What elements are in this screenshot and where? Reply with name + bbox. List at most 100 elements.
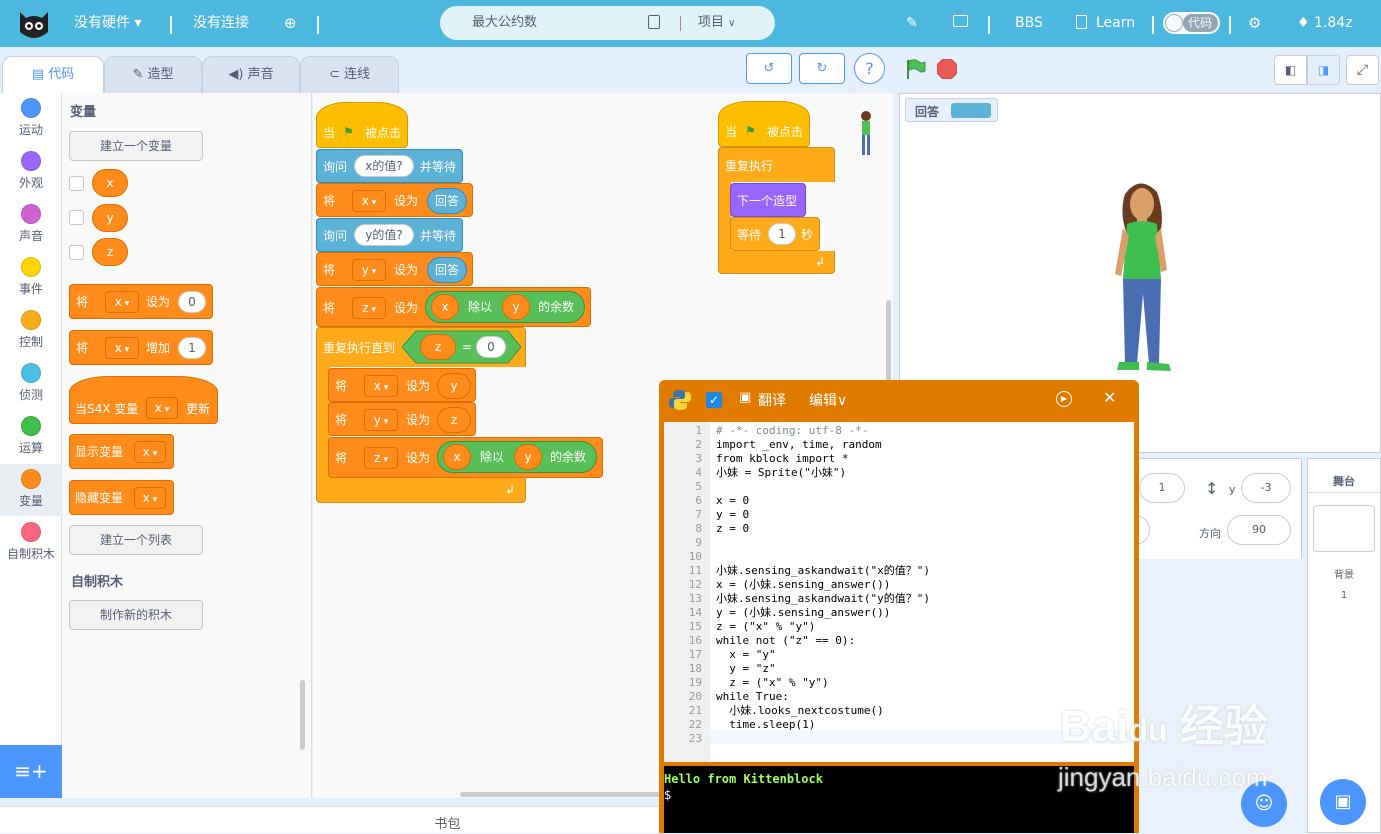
variable-reporter-z[interactable]: z <box>420 334 456 360</box>
small-stage-button[interactable]: ◧ <box>1274 55 1307 85</box>
globe-icon[interactable]: ⊕ <box>284 0 297 47</box>
wait-block[interactable]: 等待 1 秒 <box>730 217 820 251</box>
variable-dropdown[interactable]: x <box>352 190 386 212</box>
variable-dropdown[interactable]: z <box>352 297 386 319</box>
stage-selector[interactable]: 舞台 背景 1 <box>1307 458 1381 833</box>
kittenblock-logo[interactable] <box>15 4 53 42</box>
set-z-mod-block[interactable]: 将 z 设为 x 除以 y 的余数 <box>328 437 603 478</box>
question-input[interactable]: y的值? <box>354 224 414 246</box>
pencil-icon[interactable]: ✎ <box>906 0 918 47</box>
question-input[interactable]: x的值? <box>354 155 414 177</box>
variable-dropdown[interactable]: x <box>105 337 139 359</box>
variable-reporter-z[interactable]: z <box>437 407 471 433</box>
forever-block[interactable]: 重复执行 <box>718 147 835 182</box>
ask-and-wait-block[interactable]: 询问 y的值? 并等待 <box>316 218 463 252</box>
variable-reporter-y[interactable]: y <box>514 444 542 470</box>
stop-icon[interactable] <box>936 58 958 80</box>
y-input[interactable]: -3 <box>1241 473 1291 503</box>
fullscreen-button[interactable]: ⤢ <box>1346 55 1379 85</box>
answer-reporter[interactable]: 回答 <box>427 257 467 283</box>
category-motion[interactable]: 运动 <box>0 93 62 145</box>
run-icon[interactable]: ▶ <box>1056 391 1072 407</box>
value-input[interactable]: 0 <box>476 336 506 358</box>
variable-dropdown[interactable]: x <box>105 291 139 313</box>
variable-checkbox[interactable] <box>69 245 84 260</box>
variable-checkbox[interactable] <box>69 176 84 191</box>
mod-operator[interactable]: x 除以 y 的余数 <box>437 441 597 473</box>
when-variable-updated-block[interactable]: 当S4X 变量 x 更新 <box>69 376 218 424</box>
x-input[interactable]: 1 <box>1139 473 1185 503</box>
show-variable-block[interactable]: 显示变量 x <box>69 434 174 469</box>
help-button[interactable]: ? <box>854 53 885 84</box>
variable-reporter-y[interactable]: y <box>502 294 530 320</box>
set-x-to-y-block[interactable]: 将 x 设为 y <box>328 368 476 402</box>
close-icon[interactable]: ✕ <box>1103 388 1116 407</box>
save-icon[interactable] <box>648 15 660 29</box>
value-input[interactable]: 1 <box>178 337 206 359</box>
variable-dropdown[interactable]: z <box>364 447 398 469</box>
gear-icon[interactable]: ⚙ <box>1248 0 1261 47</box>
translate-button[interactable]: 翻译 <box>758 390 786 410</box>
answer-reporter[interactable]: 回答 <box>427 188 467 214</box>
set-z-mod-block[interactable]: 将 z 设为 x 除以 y 的余数 <box>316 287 591 327</box>
next-costume-block[interactable]: 下一个造型 <box>730 183 806 217</box>
variable-dropdown[interactable]: y <box>352 259 386 281</box>
camera-icon[interactable] <box>953 15 968 27</box>
set-y-to-z-block[interactable]: 将 y 设为 z <box>328 402 476 436</box>
category-operators[interactable]: 运算 <box>0 411 62 463</box>
edit-menu[interactable]: 编辑∨ <box>809 390 847 410</box>
sync-checkbox[interactable]: ✓ <box>706 392 722 408</box>
connection-menu[interactable]: 没有连接 <box>193 0 249 47</box>
variable-dropdown[interactable]: x <box>134 441 166 463</box>
when-flag-clicked-block[interactable]: 当 ⚑ 被点击 <box>718 101 810 147</box>
category-sound[interactable]: 声音 <box>0 199 62 251</box>
bbs-link[interactable]: BBS <box>1015 0 1043 47</box>
make-block-button[interactable]: 制作新的积木 <box>69 600 203 630</box>
tab-wiring[interactable]: ⊂ 连线 <box>300 56 399 93</box>
sprite-girl[interactable] <box>1105 174 1185 374</box>
project-title-input[interactable]: 最大公约数 <box>472 6 537 40</box>
learn-link[interactable]: Learn <box>1096 0 1135 47</box>
set-x-block[interactable]: 将 x 设为 回答 <box>316 183 473 217</box>
variable-reporter-y[interactable]: y <box>92 204 128 232</box>
project-menu[interactable]: 项目 ∨ <box>698 6 735 40</box>
version-label[interactable]: ♦ 1.84z <box>1297 0 1353 47</box>
variable-dropdown[interactable]: y <box>364 409 398 431</box>
hide-variable-block[interactable]: 隐藏变量 x <box>69 480 174 515</box>
variable-reporter-x[interactable]: x <box>431 294 459 320</box>
ask-and-wait-block[interactable]: 询问 x的值? 并等待 <box>316 149 463 183</box>
hardware-menu[interactable]: 没有硬件 ▾ <box>74 0 141 47</box>
value-input[interactable]: 0 <box>178 291 206 313</box>
workspace-hscrollbar[interactable] <box>460 792 660 797</box>
add-backdrop-button[interactable]: ▣ <box>1320 779 1366 825</box>
green-flag-icon[interactable] <box>903 57 927 81</box>
undo-button[interactable]: ↺ <box>746 53 792 84</box>
make-variable-button[interactable]: 建立一个变量 <box>69 131 203 161</box>
code-toggle[interactable]: 代码 <box>1163 12 1220 34</box>
tab-code[interactable]: ▤ 代码 <box>2 56 104 94</box>
backpack-tab[interactable]: 书包 <box>0 806 660 833</box>
when-flag-clicked-block[interactable]: 当 ⚑ 被点击 <box>316 102 408 148</box>
variable-reporter-x[interactable]: x <box>92 169 128 197</box>
variable-dropdown[interactable]: x <box>134 487 166 509</box>
variable-reporter-y[interactable]: y <box>437 373 471 399</box>
category-variables[interactable]: 变量 <box>0 464 62 516</box>
variable-dropdown[interactable]: x <box>146 397 178 419</box>
make-list-button[interactable]: 建立一个列表 <box>69 525 203 555</box>
backdrop-thumbnail[interactable] <box>1313 505 1375 552</box>
variable-reporter-z[interactable]: z <box>92 238 128 266</box>
category-sensing[interactable]: 侦测 <box>0 358 62 410</box>
large-stage-button[interactable]: ◨ <box>1307 55 1340 85</box>
category-myblocks[interactable]: 自制积木 <box>0 517 62 569</box>
category-control[interactable]: 控制 <box>0 305 62 357</box>
set-variable-block[interactable]: 将 x 设为 0 <box>69 284 213 319</box>
category-looks[interactable]: 外观 <box>0 146 62 198</box>
tab-sounds[interactable]: ◀) 声音 <box>202 56 300 93</box>
tab-costumes[interactable]: ✎ 造型 <box>104 56 202 93</box>
change-variable-block[interactable]: 将 x 增加 1 <box>69 330 213 365</box>
answer-monitor[interactable]: 回答 <box>905 98 998 122</box>
set-y-block[interactable]: 将 y 设为 回答 <box>316 252 473 286</box>
palette-scrollbar[interactable] <box>300 680 305 750</box>
variable-reporter-x[interactable]: x <box>443 444 471 470</box>
redo-button[interactable]: ↻ <box>799 53 845 84</box>
